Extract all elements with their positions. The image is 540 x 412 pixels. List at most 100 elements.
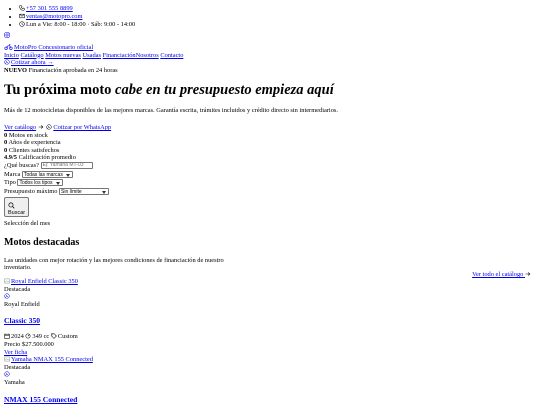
quote-now-label: Cotizar ahora [11,59,46,67]
card-image-alt: Yamaha NMAX 155 Connected [11,356,93,364]
budget-row: Presupuesto máximo Sin límite [4,188,536,197]
nav-item-inicio[interactable]: Inicio [4,52,19,59]
budget-label: Presupuesto máximo [4,187,58,195]
stat-value: 0 [4,139,8,147]
view-catalog-link[interactable]: Ver catálogo [4,124,36,131]
hero-title-start: Tu próxima moto [4,82,112,99]
whatsapp-icon [4,59,10,65]
card-image-link[interactable]: Yamaha NMAX 155 Connected [4,356,93,363]
card-title: NMAX 155 Connected [4,395,536,404]
hero-lead: Más de 12 motocicletas disponibles de la… [4,107,338,115]
card-cc: 349 cc [32,333,50,341]
type-row: Tipo Todos los tipos [4,179,536,188]
brand-link[interactable]: MotoPro Concesionario oficial [4,44,93,51]
card-title: Classic 350 [4,316,536,325]
card-image-alt: Royal Enfield Classic 350 [11,278,78,286]
stat-label: Clientes satisfechos [8,146,60,154]
card-brand: Yamaha [4,379,25,387]
stat-label: Motos en stock [8,131,48,139]
phone-link[interactable]: +57 301 555 8899 [26,5,73,12]
quote-now-button[interactable]: Cotizar ahora → [4,59,54,66]
instagram-icon [4,32,10,39]
budget-select[interactable]: Sin límite [59,187,109,195]
announcement-banner: NUEVO Financiación aprobada en 24 horas [4,67,536,75]
tag-icon [51,333,57,340]
featured-eyebrow: Selección del mes [4,220,51,228]
brand-select[interactable]: Todas las marcas [21,170,73,178]
new-badge: NUEVO [4,66,27,74]
arrow-right-icon [525,271,531,277]
nav-item-catalogo[interactable]: Catálogo [21,52,44,59]
stats-list: 0 Motos en stock 0 Años de experiencia 0… [4,132,536,162]
email-link[interactable]: ventas@motopro.com [26,13,82,20]
brand-label: Marca [4,170,21,178]
brand-row: MotoPro Concesionario oficial [4,44,536,52]
social-row [4,32,536,40]
mail-icon [19,13,25,19]
contact-list: +57 301 555 8899 ventas@motopro.com Lun … [4,5,536,28]
broken-image-icon [4,278,10,284]
nav-item-usadas[interactable]: Usadas [83,52,101,59]
search-button[interactable]: Buscar [4,197,30,218]
query-label: ¿Qué buscas? [4,161,39,169]
card-title-link[interactable]: Classic 350 [4,316,40,325]
view-catalog-label: Ver catálogo [4,123,37,131]
card-badge: Destacada [4,363,31,371]
hero-actions: Ver catálogo Cotizar por WhatsApp [4,124,536,132]
main-nav: Inicio Catálogo Motos nuevas Usadas Fina… [4,52,536,60]
card-whatsapp-link[interactable] [4,371,11,378]
stat-label: Calificación promedio [18,154,76,162]
whatsapp-icon [4,371,10,377]
hours-text: Lun a Vie: 8:00 - 18:00 · Sáb: 9:00 - 14… [26,20,136,28]
stat-label: Años de experiencia [8,139,61,147]
nav-item-nosotros[interactable]: Nosotros [136,52,159,59]
card-whatsapp-link[interactable] [4,293,11,300]
stat-value: 0 [4,131,8,139]
view-all-label: Ver todo el catálogo [472,270,524,278]
card-price: Precio $27.500.000 [4,341,54,349]
contact-hours: Lun a Vie: 8:00 - 18:00 · Sáb: 9:00 - 14… [19,21,536,29]
hero-title: Tu próxima moto cabe en tu presupuesto e… [4,82,536,99]
cta-row: Cotizar ahora → [4,59,536,67]
banner-text: Financiación aprobada en 24 horas [28,66,118,74]
whatsapp-quote-label: Cotizar por WhatsApp [53,123,112,131]
stat-value: 0 [4,146,8,154]
query-row: ¿Qué buscas? [4,162,536,171]
stat-item: 4.9/5 Calificación promedio [4,154,536,162]
whatsapp-icon [46,124,52,130]
calendar-icon [4,333,10,340]
type-select[interactable]: Todos los tipos [17,179,63,187]
search-icon [8,202,15,209]
moto-card: Royal Enfield Classic 350 Destacada Roya… [4,278,536,356]
brand-row-filter: Marca Todas las marcas [4,171,536,180]
featured-header: Motos destacadas Las unidades con mejor … [4,237,536,278]
search-input[interactable] [40,161,93,169]
card-detail-link[interactable]: Ver ficha [4,349,27,356]
card-brand: Royal Enfield [4,300,40,308]
instagram-link[interactable] [4,32,11,39]
brand-name: MotoPro Concesionario oficial [14,43,94,51]
clock-icon [19,20,25,27]
card-image-link[interactable]: Royal Enfield Classic 350 [4,278,78,285]
search-button-label: Buscar [8,210,26,217]
search-form: ¿Qué buscas? Marca Todas las marcas Tipo… [4,162,536,218]
view-all-catalog-link[interactable]: Ver todo el catálogo [472,271,532,279]
stat-item: 0 Clientes satisfechos [4,147,536,155]
card-title-link[interactable]: NMAX 155 Connected [4,395,77,404]
engine-icon [25,333,31,339]
whatsapp-quote-link[interactable]: Cotizar por WhatsApp [46,124,111,131]
broken-image-icon [4,356,10,362]
nav-item-contacto[interactable]: Contacto [160,52,183,59]
card-type: Custom [57,333,78,341]
nav-item-motos-nuevas[interactable]: Motos nuevas [45,52,81,59]
arrow-right-icon: → [47,59,54,67]
whatsapp-icon [4,293,10,299]
featured-desc: Las unidades con mejor rotación y las me… [4,256,224,272]
stat-value: 4.9/5 [4,154,17,162]
motorcycle-icon [4,44,13,50]
nav-item-financiacion[interactable]: Financiación [103,52,136,59]
contact-phone: +57 301 555 8899 [19,5,536,13]
page: +57 301 555 8899 ventas@motopro.com Lun … [4,5,536,412]
hero-title-emphasis: cabe en tu presupuesto empieza aquí [115,82,334,99]
stat-item: 0 Motos en stock [4,132,536,140]
